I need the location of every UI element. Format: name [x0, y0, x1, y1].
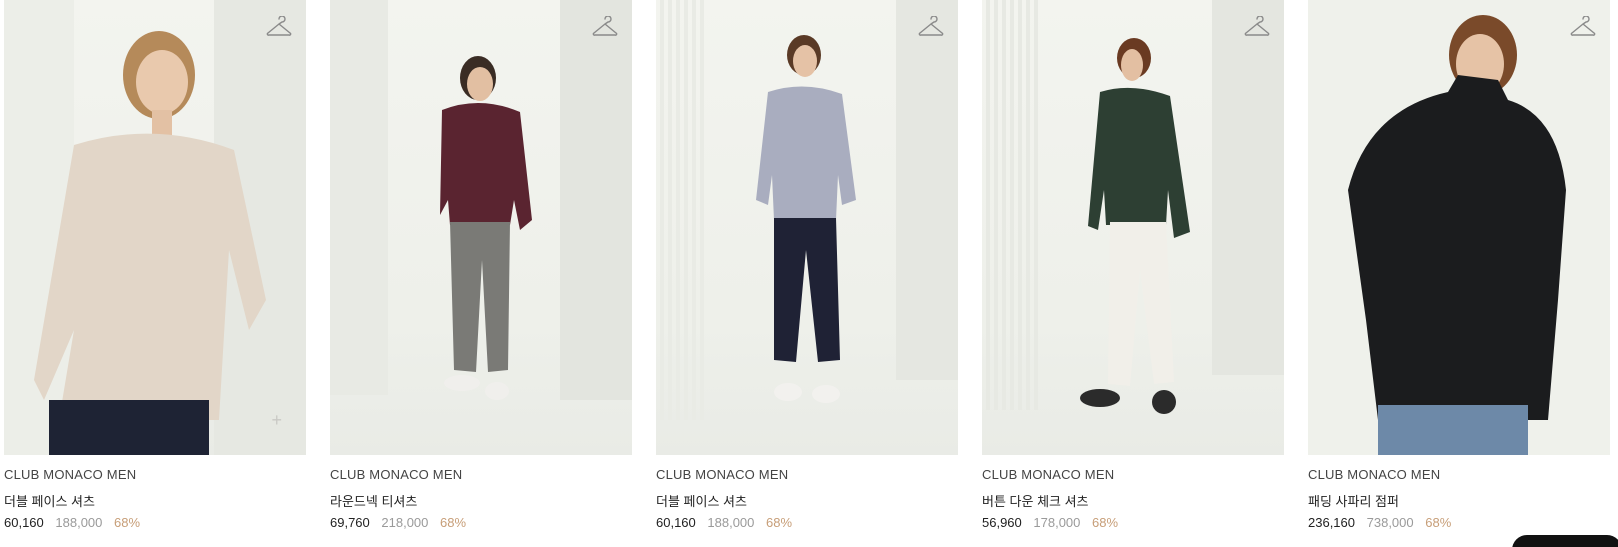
plus-icon[interactable]: + [271, 411, 282, 429]
discount-rate: 68% [1425, 515, 1452, 530]
product-card[interactable]: CLUB MONACO MEN 라운드넥 티셔츠 69,760 218,000 … [330, 0, 632, 547]
product-name[interactable]: 더블 페이스 셔츠 [656, 491, 747, 510]
product-brand[interactable]: CLUB MONACO MEN [1308, 467, 1440, 482]
sale-price: 60,160 [4, 515, 44, 530]
original-price: 188,000 [55, 515, 103, 530]
bottom-shape [450, 222, 510, 372]
discount-rate: 68% [440, 515, 467, 530]
bottom-shape [774, 218, 840, 362]
model-photo [4, 0, 306, 455]
product-brand[interactable]: CLUB MONACO MEN [982, 467, 1114, 482]
hanger-icon[interactable] [592, 15, 618, 42]
bottom-shape [1108, 222, 1174, 386]
shoe-left [444, 375, 480, 391]
product-brand[interactable]: CLUB MONACO MEN [656, 467, 788, 482]
product-name[interactable]: 더블 페이스 셔츠 [4, 491, 95, 510]
product-card[interactable]: + CLUB MONACO MEN 더블 페이스 셔츠 60,160 188,0… [4, 0, 306, 547]
shoe-right [485, 382, 509, 400]
hanger-icon[interactable] [266, 15, 292, 42]
original-price: 218,000 [381, 515, 429, 530]
sale-price: 56,960 [982, 515, 1022, 530]
product-price: 60,160 188,000 68% [4, 515, 140, 530]
product-photo[interactable]: + [4, 0, 306, 455]
product-name[interactable]: 라운드넥 티셔츠 [330, 491, 417, 510]
original-price: 738,000 [1366, 515, 1414, 530]
original-price: 188,000 [707, 515, 755, 530]
product-photo[interactable] [330, 0, 632, 455]
product-photo[interactable] [1308, 0, 1610, 455]
product-brand[interactable]: CLUB MONACO MEN [4, 467, 136, 482]
product-grid: + CLUB MONACO MEN 더블 페이스 셔츠 60,160 188,0… [0, 0, 1618, 547]
product-name[interactable]: 패딩 사파리 점퍼 [1308, 491, 1399, 510]
shoe-right [812, 385, 840, 403]
original-price: 178,000 [1033, 515, 1081, 530]
shoe-left [1080, 389, 1120, 407]
product-brand[interactable]: CLUB MONACO MEN [330, 467, 462, 482]
model-photo [986, 0, 1284, 414]
product-photo[interactable] [656, 0, 958, 455]
bottom-shape [1378, 405, 1528, 455]
top-shape [756, 86, 856, 220]
discount-rate: 68% [114, 515, 141, 530]
model-photo [1308, 0, 1610, 455]
product-card[interactable]: CLUB MONACO MEN 패딩 사파리 점퍼 236,160 738,00… [1308, 0, 1610, 547]
product-name[interactable]: 버튼 다운 체크 셔츠 [982, 491, 1089, 510]
product-price: 60,160 188,000 68% [656, 515, 792, 530]
product-card[interactable]: CLUB MONACO MEN 버튼 다운 체크 셔츠 56,960 178,0… [982, 0, 1284, 547]
sale-price: 60,160 [656, 515, 696, 530]
discount-rate: 68% [1092, 515, 1119, 530]
product-price: 69,760 218,000 68% [330, 515, 466, 530]
sale-price: 236,160 [1308, 515, 1355, 530]
shoe-left [774, 383, 802, 401]
sale-price: 69,760 [330, 515, 370, 530]
product-photo[interactable] [982, 0, 1284, 455]
top-shape [1088, 87, 1190, 238]
product-price: 56,960 178,000 68% [982, 515, 1118, 530]
product-card[interactable]: CLUB MONACO MEN 더블 페이스 셔츠 60,160 188,000… [656, 0, 958, 547]
floating-action-button[interactable] [1512, 535, 1618, 547]
model-photo [660, 0, 958, 420]
hanger-icon[interactable] [918, 15, 944, 42]
shoe-right [1152, 390, 1176, 414]
hanger-icon[interactable] [1244, 15, 1270, 42]
model-photo [330, 0, 632, 400]
discount-rate: 68% [766, 515, 793, 530]
hanger-icon[interactable] [1570, 15, 1596, 42]
top-shape [440, 102, 532, 230]
product-price: 236,160 738,000 68% [1308, 515, 1451, 530]
